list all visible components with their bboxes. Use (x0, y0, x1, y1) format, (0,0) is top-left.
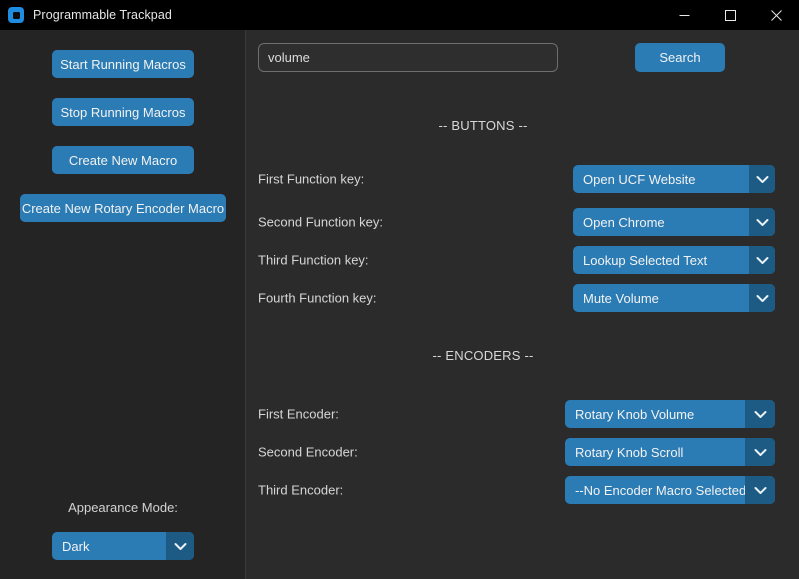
main-panel: Search -- BUTTONS -- First Function key:… (247, 30, 799, 579)
close-icon[interactable] (753, 0, 799, 30)
chevron-down-icon (166, 532, 194, 560)
app-logo-icon (8, 7, 24, 23)
table-row: First Function key: Open UCF Website (247, 165, 799, 193)
start-running-macros-button[interactable]: Start Running Macros (52, 50, 194, 78)
table-row: Third Encoder: --No Encoder Macro Select… (247, 476, 799, 504)
appearance-mode-value: Dark (52, 532, 166, 560)
first-encoder-value: Rotary Knob Volume (565, 400, 745, 428)
appearance-mode-label: Appearance Mode: (0, 500, 246, 515)
fourth-function-key-dropdown[interactable]: Mute Volume (573, 284, 775, 312)
chevron-down-icon (749, 165, 775, 193)
table-row: Fourth Function key: Mute Volume (247, 284, 799, 312)
encoders-section-header: -- ENCODERS -- (207, 348, 759, 363)
second-function-key-value: Open Chrome (573, 208, 749, 236)
table-row: Third Function key: Lookup Selected Text (247, 246, 799, 274)
window-title: Programmable Trackpad (33, 8, 172, 22)
second-function-key-dropdown[interactable]: Open Chrome (573, 208, 775, 236)
chevron-down-icon (749, 284, 775, 312)
application-window: Programmable Trackpad Start Runnin (0, 0, 799, 579)
stop-running-macros-button[interactable]: Stop Running Macros (52, 98, 194, 126)
chevron-down-icon (749, 246, 775, 274)
chevron-down-icon (745, 400, 775, 428)
buttons-section-header: -- BUTTONS -- (207, 118, 759, 133)
second-encoder-label: Second Encoder: (258, 445, 358, 460)
table-row: Second Encoder: Rotary Knob Scroll (247, 438, 799, 466)
appearance-mode-dropdown[interactable]: Dark (52, 532, 194, 560)
first-encoder-dropdown[interactable]: Rotary Knob Volume (565, 400, 775, 428)
chevron-down-icon (745, 438, 775, 466)
third-function-key-value: Lookup Selected Text (573, 246, 749, 274)
create-new-macro-button[interactable]: Create New Macro (52, 146, 194, 174)
title-bar: Programmable Trackpad (0, 0, 799, 30)
first-encoder-label: First Encoder: (258, 407, 339, 422)
chevron-down-icon (745, 476, 775, 504)
sidebar: Start Running Macros Stop Running Macros… (0, 30, 246, 579)
first-function-key-dropdown[interactable]: Open UCF Website (573, 165, 775, 193)
minimize-icon[interactable] (661, 0, 707, 30)
table-row: First Encoder: Rotary Knob Volume (247, 400, 799, 428)
table-row: Second Function key: Open Chrome (247, 208, 799, 236)
second-encoder-dropdown[interactable]: Rotary Knob Scroll (565, 438, 775, 466)
third-function-key-dropdown[interactable]: Lookup Selected Text (573, 246, 775, 274)
third-encoder-value: --No Encoder Macro Selected-- (565, 476, 745, 504)
window-controls (661, 0, 799, 30)
first-function-key-label: First Function key: (258, 172, 364, 187)
third-function-key-label: Third Function key: (258, 253, 369, 268)
second-encoder-value: Rotary Knob Scroll (565, 438, 745, 466)
third-encoder-dropdown[interactable]: --No Encoder Macro Selected-- (565, 476, 775, 504)
third-encoder-label: Third Encoder: (258, 483, 343, 498)
create-new-rotary-encoder-macro-button[interactable]: Create New Rotary Encoder Macro (20, 194, 226, 222)
app-logo-icon-center (13, 12, 20, 19)
search-input[interactable] (258, 43, 558, 72)
second-function-key-label: Second Function key: (258, 215, 383, 230)
chevron-down-icon (749, 208, 775, 236)
search-button[interactable]: Search (635, 43, 725, 72)
fourth-function-key-label: Fourth Function key: (258, 291, 377, 306)
maximize-icon[interactable] (707, 0, 753, 30)
first-function-key-value: Open UCF Website (573, 165, 749, 193)
fourth-function-key-value: Mute Volume (573, 284, 749, 312)
